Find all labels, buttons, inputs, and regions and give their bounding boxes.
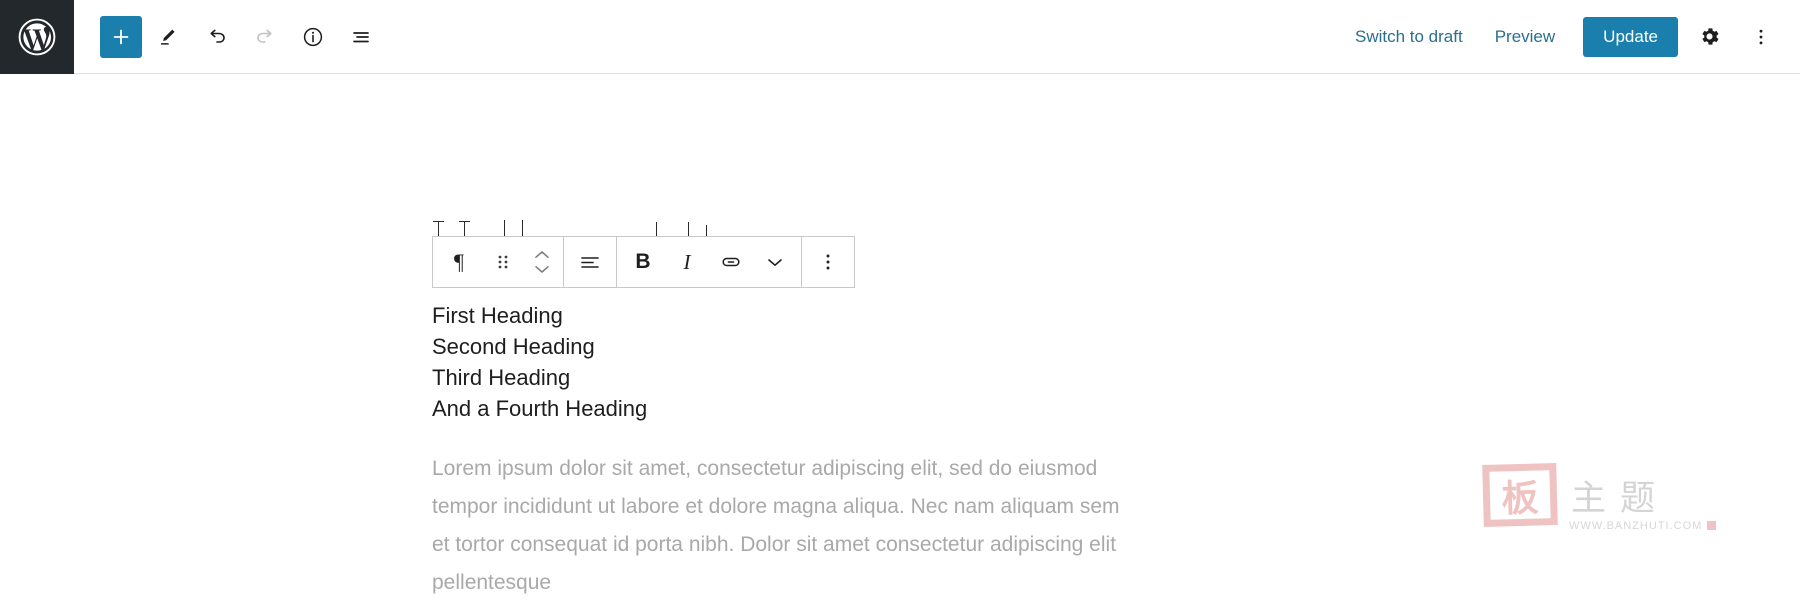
wordpress-logo-icon[interactable]	[0, 0, 74, 74]
editor-top-bar: Switch to draft Preview Update	[0, 0, 1800, 74]
watermark-text: 主题	[1571, 478, 1670, 519]
add-block-button[interactable]	[100, 15, 142, 58]
watermark-square-icon	[1707, 521, 1717, 530]
block-type-paragraph-button[interactable]: ¶	[437, 237, 481, 287]
heading-block[interactable]: First Heading	[432, 300, 1432, 331]
watermark-stamp: 板	[1482, 463, 1558, 527]
watermark-url: WWW.BANZHUTI.COM	[1569, 520, 1717, 532]
block-options-button[interactable]	[806, 237, 850, 287]
editor-canvas: ¶ B I First Heading Second Heading Third…	[0, 75, 1800, 594]
drag-handle-button[interactable]	[481, 237, 525, 287]
alignment-group	[564, 237, 617, 287]
chevron-down-icon[interactable]	[753, 237, 797, 287]
heading-block[interactable]: And a Fourth Heading	[432, 393, 1432, 424]
bold-button[interactable]: B	[621, 237, 665, 287]
block-options-group	[802, 237, 854, 287]
list-view-button[interactable]	[340, 16, 382, 58]
move-block-button[interactable]	[525, 237, 559, 287]
align-text-button[interactable]	[568, 237, 612, 287]
preview-button[interactable]: Preview	[1479, 27, 1571, 47]
formatting-group: B I	[617, 237, 802, 287]
redo-button[interactable]	[244, 16, 286, 58]
watermark-url-text: WWW.BANZHUTI.COM	[1569, 520, 1703, 532]
header-left-toolbar	[100, 15, 382, 58]
paragraph-block[interactable]: Lorem ipsum dolor sit amet, consectetur …	[432, 450, 1132, 602]
settings-gear-icon[interactable]	[1688, 16, 1730, 58]
details-button[interactable]	[292, 16, 334, 58]
undo-button[interactable]	[196, 16, 238, 58]
block-toolbar: ¶ B I	[432, 236, 855, 288]
edit-tool-button[interactable]	[148, 16, 190, 58]
heading-block[interactable]: Second Heading	[432, 331, 1432, 362]
heading-block[interactable]: Third Heading	[432, 362, 1432, 393]
switch-to-draft-button[interactable]: Switch to draft	[1339, 27, 1479, 47]
header-right-actions: Switch to draft Preview Update	[1339, 16, 1800, 58]
link-button[interactable]	[709, 237, 753, 287]
more-options-button[interactable]	[1740, 16, 1782, 58]
document-content: First Heading Second Heading Third Headi…	[432, 300, 1432, 602]
italic-button[interactable]: I	[665, 237, 709, 287]
site-watermark: 板 主题 WWW.BANZHUTI.COM	[1482, 460, 1717, 532]
update-button[interactable]: Update	[1583, 16, 1678, 57]
block-type-group: ¶	[433, 237, 564, 287]
